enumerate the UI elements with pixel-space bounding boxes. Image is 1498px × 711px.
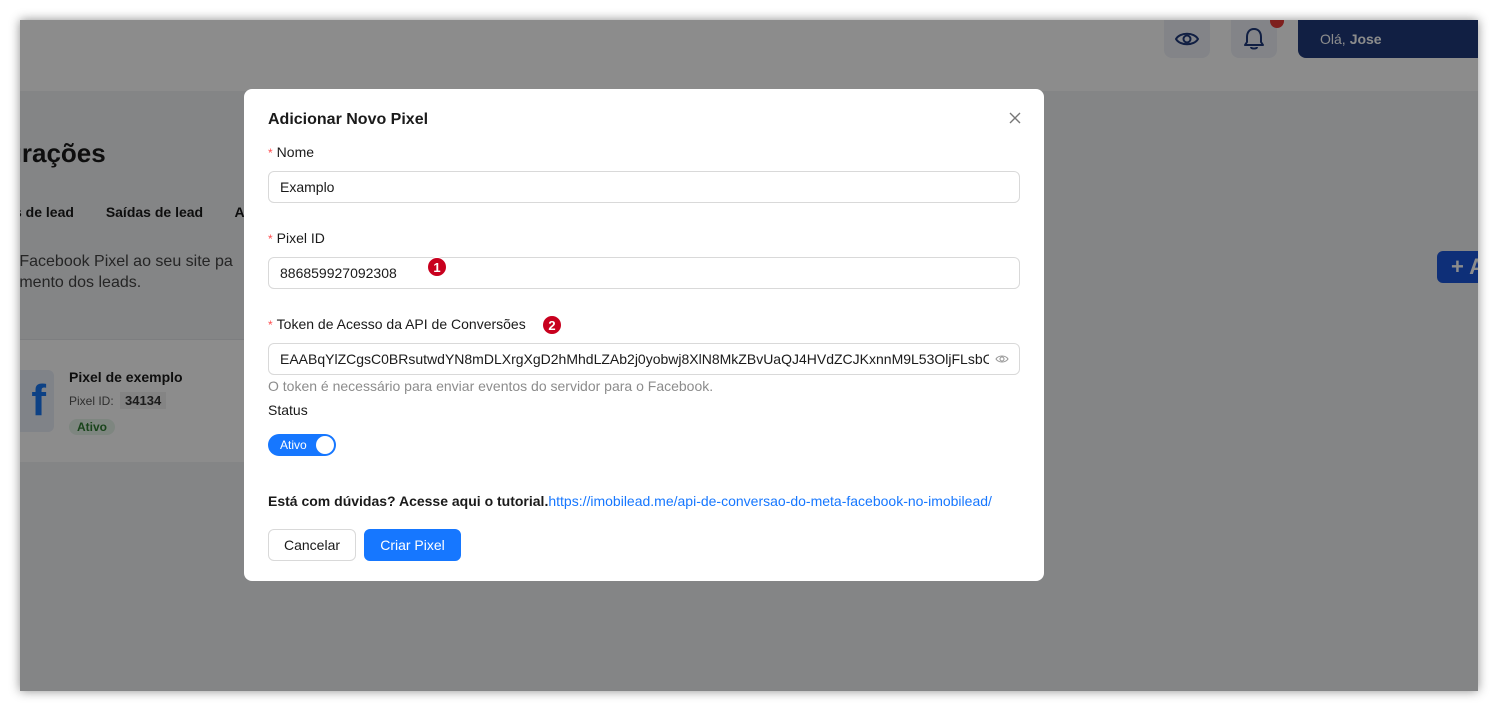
add-pixel-modal: Adicionar Novo Pixel *Nome *Pixel ID 1 *… xyxy=(244,89,1044,581)
name-input[interactable] xyxy=(268,171,1020,203)
tutorial-link[interactable]: https://imobilead.me/api-de-conversao-do… xyxy=(548,493,992,509)
name-label: * Nome xyxy=(268,144,315,160)
pixel-id-label: * Pixel ID xyxy=(268,230,325,246)
tutorial-text: Está com dúvidas? Acesse aqui o tutorial… xyxy=(268,493,549,509)
close-button[interactable] xyxy=(1006,109,1024,127)
status-label: Status xyxy=(268,402,308,418)
app-frame: Olá, Jose grações s de lead Saídas de le… xyxy=(20,20,1478,691)
pixel-id-input[interactable] xyxy=(268,257,1020,289)
token-input[interactable] xyxy=(268,343,1020,375)
annotation-marker-2: 2 xyxy=(542,315,562,335)
tutorial-line: Está com dúvidas? Acesse aqui o tutorial… xyxy=(268,493,992,509)
toggle-knob xyxy=(316,436,334,454)
status-toggle[interactable]: Ativo xyxy=(268,434,336,456)
eye-icon xyxy=(995,355,1009,363)
toggle-token-visibility[interactable] xyxy=(992,351,1012,367)
create-pixel-button[interactable]: Criar Pixel xyxy=(364,529,461,561)
annotation-marker-1: 1 xyxy=(427,257,447,277)
token-label: * Token de Acesso da API de Conversões xyxy=(268,316,526,332)
close-icon xyxy=(1009,112,1021,124)
status-toggle-text: Ativo xyxy=(280,438,307,452)
token-help-text: O token é necessário para enviar eventos… xyxy=(268,378,714,394)
cancel-button[interactable]: Cancelar xyxy=(268,529,356,561)
modal-title: Adicionar Novo Pixel xyxy=(268,111,429,128)
